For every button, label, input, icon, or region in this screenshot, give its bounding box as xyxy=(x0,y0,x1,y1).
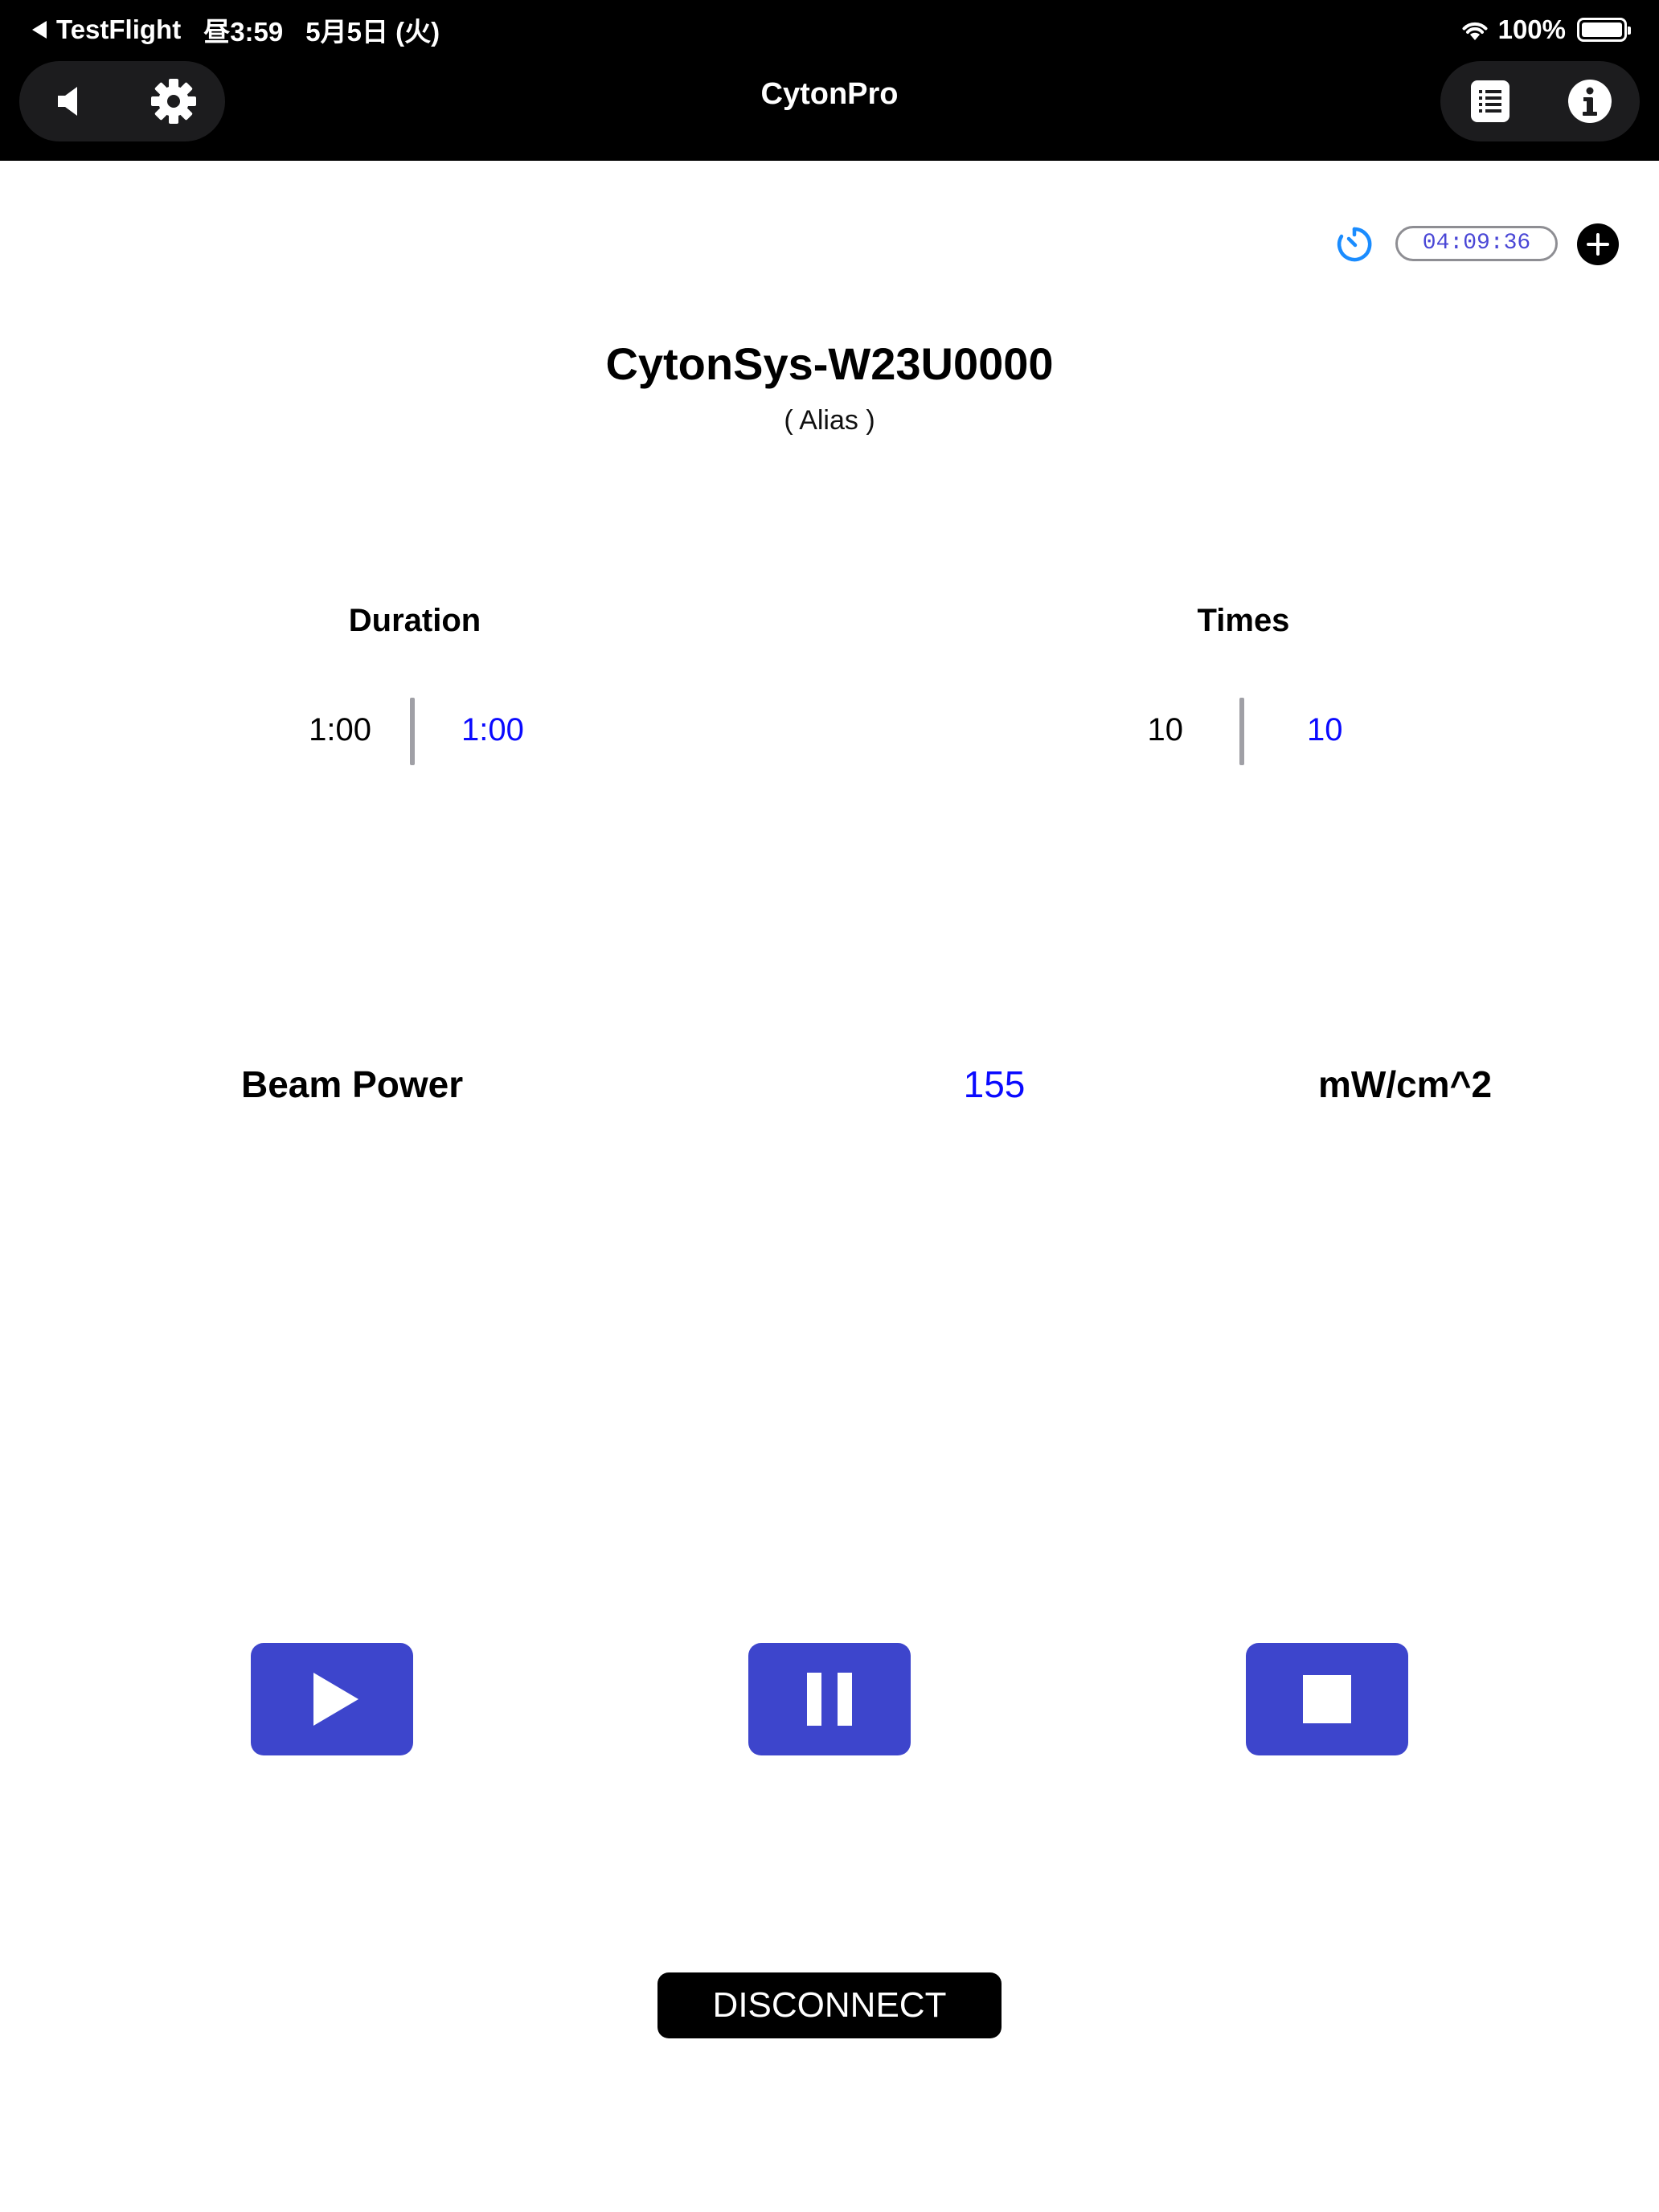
battery-percent: 100% xyxy=(1497,14,1566,44)
status-time: 昼3:59 xyxy=(203,17,284,47)
pause-icon xyxy=(807,1673,852,1726)
session-timer: 04:09:36 xyxy=(1395,226,1558,261)
duration-setting[interactable]: 1:00 xyxy=(461,712,550,748)
times-divider xyxy=(1239,698,1244,765)
play-icon xyxy=(313,1673,358,1726)
duration-title: Duration xyxy=(348,603,481,638)
stop-icon xyxy=(1303,1675,1351,1723)
times-setting[interactable]: 10 xyxy=(1307,712,1387,748)
nav-right-group xyxy=(1440,61,1640,141)
beam-power-value[interactable]: 155 xyxy=(911,1063,1077,1106)
device-alias[interactable]: ( Alias ) xyxy=(0,405,1659,436)
wifi-icon xyxy=(1462,22,1488,40)
speaker-icon[interactable] xyxy=(45,76,96,127)
status-bar-left: TestFlight 昼3:59 5月5日 (火) xyxy=(32,10,440,50)
info-glyph xyxy=(1568,80,1612,123)
back-arrow-icon[interactable] xyxy=(32,21,47,39)
list-glyph xyxy=(1471,80,1509,122)
nav-title: CytonPro xyxy=(760,77,899,111)
timer-icon[interactable] xyxy=(1334,223,1374,264)
beam-power-label: Beam Power xyxy=(241,1063,464,1105)
device-name: CytonSys-W23U0000 xyxy=(605,338,1054,389)
info-icon[interactable] xyxy=(1564,76,1616,127)
disconnect-button[interactable]: DISCONNECT xyxy=(657,1972,1002,2038)
battery-fill xyxy=(1582,23,1622,37)
gear-glyph xyxy=(151,79,196,124)
status-date: 5月5日 (火) xyxy=(305,17,440,47)
status-bar-right: 100% xyxy=(1460,10,1631,50)
duration-divider xyxy=(410,698,415,765)
times-title: Times xyxy=(1197,603,1290,638)
stop-button[interactable] xyxy=(1246,1643,1408,1755)
pause-button[interactable] xyxy=(748,1643,911,1755)
beam-power-unit: mW/cm^2 xyxy=(1318,1063,1493,1105)
times-current: 10 xyxy=(1147,712,1184,748)
back-app-label[interactable]: TestFlight xyxy=(56,14,181,45)
top-bar: TestFlight 昼3:59 5月5日 (火) 100% CytonPro xyxy=(0,0,1659,161)
list-icon[interactable] xyxy=(1464,76,1516,127)
nav-left-group xyxy=(19,61,225,141)
play-button[interactable] xyxy=(251,1643,413,1755)
speaker-glyph xyxy=(58,87,77,116)
duration-current: 1:00 xyxy=(309,712,371,748)
battery-icon xyxy=(1577,18,1631,42)
gear-icon[interactable] xyxy=(148,76,199,127)
plus-icon[interactable] xyxy=(1577,223,1619,265)
